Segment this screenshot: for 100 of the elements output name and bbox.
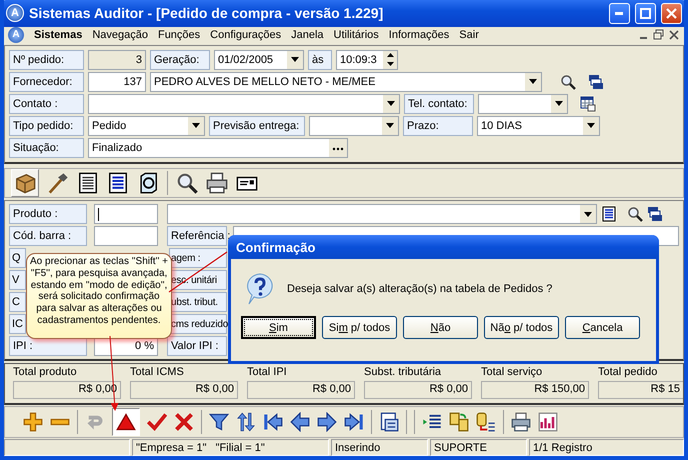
total-value: R$ 15 <box>598 381 683 400</box>
maximize-button[interactable] <box>635 2 656 24</box>
list-icon[interactable] <box>601 206 617 222</box>
status-text: Inserindo <box>331 439 428 456</box>
order-number-field: 3 <box>88 50 146 70</box>
menu-item[interactable]: Sistemas <box>34 28 82 41</box>
table-icon[interactable] <box>580 96 596 112</box>
menu-item[interactable]: Navegação <box>92 28 148 41</box>
app-logo: A <box>6 4 24 22</box>
field-label: Produto : <box>9 204 87 224</box>
dialog-title: Confirmação <box>236 240 316 254</box>
field-label: Previsão entrega: <box>209 116 305 136</box>
status-text: "Empresa = 1" "Filial = 1" <box>132 439 329 456</box>
windows-icon[interactable] <box>647 206 663 222</box>
close-icon[interactable] <box>668 28 680 41</box>
maximize-icon[interactable] <box>640 8 651 19</box>
field-label: C <box>9 292 26 312</box>
supplier-dropdown[interactable]: PEDRO ALVES DE MELLO NETO - ME/MEE <box>150 72 542 92</box>
filter-icon[interactable] <box>209 412 229 432</box>
menu-item[interactable]: Informações <box>388 28 450 41</box>
ellipsis-icon[interactable] <box>329 138 347 157</box>
minimize-icon[interactable] <box>615 12 624 15</box>
menu-item[interactable]: Utilitários <box>334 28 379 41</box>
check-icon[interactable] <box>147 412 167 432</box>
field-label: Situação: <box>9 138 84 158</box>
total-label: Total serviço <box>481 366 544 380</box>
status-field[interactable]: Finalizado <box>88 138 348 158</box>
plus-icon[interactable] <box>23 412 43 432</box>
total-label: Total IPI <box>247 366 288 380</box>
total-value: R$ 0,00 <box>247 381 355 400</box>
search-icon[interactable] <box>560 74 576 90</box>
dropdown-arrow-icon[interactable] <box>386 123 394 128</box>
first-icon[interactable] <box>263 412 283 432</box>
leader-line <box>168 252 228 292</box>
dialog-button[interactable]: Sim <box>241 316 316 339</box>
total-label: Total pedido <box>598 366 658 380</box>
toolbar-button[interactable] <box>112 408 140 436</box>
restore-icon[interactable] <box>653 28 665 41</box>
form-icon[interactable] <box>379 412 399 432</box>
search-icon[interactable] <box>176 172 198 194</box>
dropdown-arrow-icon[interactable] <box>555 101 563 106</box>
chart-icon[interactable] <box>538 412 558 432</box>
database-icon[interactable] <box>476 412 496 432</box>
menu-item[interactable]: Sair <box>459 28 479 41</box>
total-label: Total produto <box>13 366 78 380</box>
sort-icon[interactable] <box>236 412 256 432</box>
field-label: Prazo: <box>403 116 473 136</box>
menu-item[interactable]: Janela <box>291 28 324 41</box>
search-icon[interactable] <box>627 206 643 222</box>
dropdown-arrow-icon[interactable] <box>387 101 395 106</box>
date-field[interactable]: 01/02/2005 <box>214 50 304 70</box>
dialog-message: Deseja salvar a(s) alteração(s) na tabela de Pedidos ? <box>287 283 552 295</box>
close-button[interactable] <box>661 2 682 24</box>
window-title: Sistemas Auditor - [Pedido de compra - versão 1.229] <box>29 5 384 22</box>
total-value: R$ 0,00 <box>364 381 472 400</box>
field-label: Valor IPI : <box>167 336 227 356</box>
term-dropdown[interactable]: 10 DIAS <box>477 116 600 136</box>
dropdown-arrow-icon[interactable] <box>584 212 592 217</box>
dialog-button[interactable]: Não <box>403 316 478 339</box>
spin-up-icon[interactable] <box>386 53 394 58</box>
dropdown-arrow-icon[interactable] <box>192 123 200 128</box>
dropdown-arrow-icon[interactable] <box>291 57 299 62</box>
exchange-icon[interactable] <box>449 412 469 432</box>
dropdown-arrow-icon[interactable] <box>587 123 595 128</box>
list-icon[interactable] <box>107 172 129 194</box>
document-icon[interactable] <box>77 172 99 194</box>
cross-icon[interactable] <box>174 412 194 432</box>
printer-icon[interactable] <box>511 412 531 432</box>
field-label: às <box>308 50 332 70</box>
minimize-button[interactable] <box>609 2 630 24</box>
barcode-field[interactable] <box>94 226 158 246</box>
total-label: Total ICMS <box>130 366 185 380</box>
time-field[interactable]: 10:09:3 <box>336 50 398 70</box>
field-label: IC <box>9 314 26 334</box>
field-label: Tipo pedido: <box>9 116 84 136</box>
dialog-button[interactable]: Não p/ todos <box>484 316 559 339</box>
dialog-button[interactable]: Sim p/ todos <box>322 316 397 339</box>
last-icon[interactable] <box>344 412 364 432</box>
total-label: Subst. tributária <box>364 366 442 380</box>
field-label: Tel. contato: <box>404 94 474 114</box>
menu-item[interactable]: Funções <box>158 28 200 41</box>
total-value: R$ 150,00 <box>481 381 589 400</box>
product-code-field[interactable] <box>94 204 158 224</box>
field-label: Q <box>9 248 26 268</box>
hammer-icon[interactable] <box>47 172 69 194</box>
supplier-code-field[interactable]: 137 <box>88 72 146 92</box>
order-type-dropdown[interactable]: Pedido <box>88 116 205 136</box>
dialog-button[interactable]: Cancela <box>565 316 640 339</box>
next-icon[interactable] <box>317 412 337 432</box>
field-label: ubst. tribut. <box>169 292 227 312</box>
printer-icon[interactable] <box>206 172 228 194</box>
menu-item[interactable]: Configurações <box>210 28 282 41</box>
dropdown-arrow-icon[interactable] <box>529 79 537 84</box>
windows-icon[interactable] <box>588 74 604 90</box>
previous-icon[interactable] <box>290 412 310 432</box>
triangle-icon[interactable] <box>116 412 136 432</box>
spin-down-icon[interactable] <box>386 62 394 66</box>
field-label: Contato : <box>9 94 84 114</box>
app-logo: A <box>8 26 24 43</box>
field-label: Fornecedor: <box>9 72 84 92</box>
